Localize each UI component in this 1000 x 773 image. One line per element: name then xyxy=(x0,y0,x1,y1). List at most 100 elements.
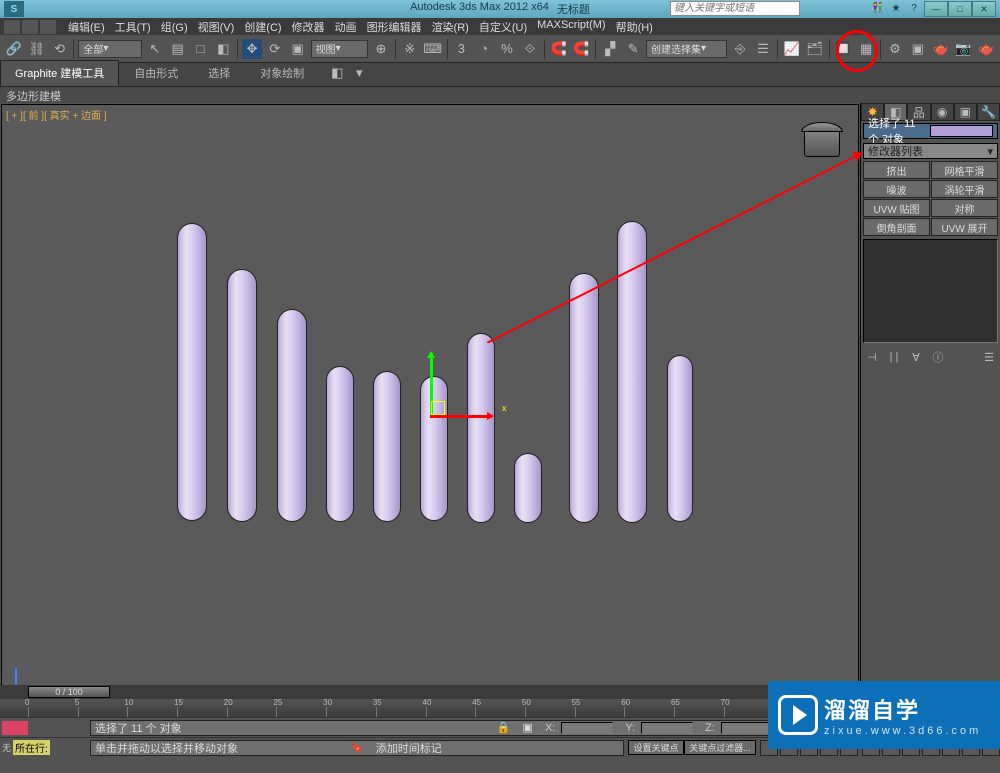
mod-button[interactable]: 涡轮平滑 xyxy=(931,180,998,198)
make-unique-icon[interactable]: ∀ xyxy=(907,349,925,365)
minimize-button[interactable]: — xyxy=(924,1,948,17)
ribbon-toggle-icon[interactable]: ◧ xyxy=(327,63,347,83)
help-icon[interactable]: ? xyxy=(906,1,922,15)
render-setup-icon[interactable]: ⚙ xyxy=(885,39,905,59)
mirror-icon[interactable]: ▞ xyxy=(600,39,620,59)
mod-button[interactable]: UVW 展开 xyxy=(931,218,998,236)
named-selset-combo[interactable]: 创建选择集 ▾ xyxy=(646,40,727,58)
pin-stack-icon[interactable]: ⊣ xyxy=(863,349,881,365)
align-icon[interactable]: ⎆ xyxy=(730,39,750,59)
rotate-icon[interactable]: ⟳ xyxy=(265,39,285,59)
snap-icon[interactable]: 3 xyxy=(452,39,472,59)
menu-customize[interactable]: 自定义(U) xyxy=(477,18,529,36)
menu-edit[interactable]: 编辑(E) xyxy=(66,18,107,36)
capsule-object[interactable] xyxy=(177,223,207,521)
mod-button[interactable]: 网格平滑 xyxy=(931,161,998,179)
coord-x[interactable] xyxy=(561,722,613,734)
menu-animation[interactable]: 动画 xyxy=(333,18,359,36)
mod-button[interactable]: 对称 xyxy=(931,199,998,217)
isolate-icon[interactable]: ▣ xyxy=(523,721,533,734)
qat-redo[interactable] xyxy=(22,20,38,34)
spinner-snap-icon[interactable]: ⟐ xyxy=(520,39,540,59)
capsule-object[interactable] xyxy=(326,366,354,522)
move-icon[interactable]: ✥ xyxy=(242,39,262,59)
ribbon-tab-freeform[interactable]: 自由形式 xyxy=(119,60,193,86)
object-color-swatch[interactable] xyxy=(930,125,994,137)
menu-help[interactable]: 帮助(H) xyxy=(614,18,655,36)
tag-icon[interactable]: 🔖 xyxy=(350,741,364,754)
select-window-icon[interactable]: ◧ xyxy=(213,39,233,59)
track-key-marker[interactable] xyxy=(2,721,28,735)
ribbon-tab-select[interactable]: 选择 xyxy=(193,60,245,86)
remove-mod-icon[interactable]: ⓘ xyxy=(929,349,947,365)
cmd-tab-display[interactable]: ▣ xyxy=(954,103,977,121)
viewport[interactable]: [ + ][ 前 ][ 真实 + 边面 ] x xyxy=(1,104,859,715)
coord-y[interactable] xyxy=(641,722,693,734)
menu-render[interactable]: 渲染(R) xyxy=(430,18,471,36)
material-editor-icon[interactable]: 🔲 xyxy=(833,39,853,59)
layers-icon[interactable]: ☰ xyxy=(753,39,773,59)
pivot-icon[interactable]: ⊕ xyxy=(371,39,391,59)
viewport-label[interactable]: [ + ][ 前 ][ 真实 + 边面 ] xyxy=(6,107,107,122)
select-rect-icon[interactable]: □ xyxy=(191,39,211,59)
modifier-list-combo[interactable]: 修改器列表 xyxy=(863,143,998,159)
set-key-button[interactable]: 设置关键点 xyxy=(628,740,684,755)
ribbon-tab-paint[interactable]: 对象绘制 xyxy=(245,60,319,86)
render-last-icon[interactable]: 📷 xyxy=(954,39,974,59)
bind-icon[interactable]: ⟲ xyxy=(50,39,70,59)
mod-button[interactable]: 挤出 xyxy=(863,161,930,179)
maximize-button[interactable]: □ xyxy=(948,1,972,17)
capsule-object[interactable] xyxy=(467,333,495,523)
qat-link[interactable] xyxy=(40,20,56,34)
menu-grapheditors[interactable]: 图形编辑器 xyxy=(365,18,424,36)
cmd-tab-utility[interactable]: 🔧 xyxy=(977,103,1000,121)
mod-button[interactable]: 倒角剖面 xyxy=(863,218,930,236)
add-time-tag[interactable]: 添加时间标记 xyxy=(376,740,442,756)
menu-group[interactable]: 组(G) xyxy=(159,18,190,36)
cmd-tab-motion[interactable]: ◉ xyxy=(931,103,954,121)
render-prod-icon[interactable]: 🫖 xyxy=(976,39,996,59)
viewcube[interactable] xyxy=(804,127,840,157)
select-name-icon[interactable]: ▤ xyxy=(168,39,188,59)
key-filter-button[interactable]: 关键点过滤器... xyxy=(684,740,756,755)
capsule-object[interactable] xyxy=(514,453,542,523)
angle-snap-icon[interactable]: ◔ xyxy=(474,39,494,59)
coord-z[interactable] xyxy=(721,722,773,734)
search-icon[interactable]: 👫 xyxy=(870,1,886,15)
menu-view[interactable]: 视图(V) xyxy=(196,18,237,36)
ribbon-tab-graphite[interactable]: Graphite 建模工具 xyxy=(0,60,119,86)
favorite-icon[interactable]: ★ xyxy=(888,1,904,15)
refcoord-combo[interactable]: 视图 ▾ xyxy=(311,40,369,58)
capsule-object[interactable] xyxy=(420,376,448,521)
curve-editor-icon[interactable]: 📈 xyxy=(782,39,802,59)
menu-modifiers[interactable]: 修改器 xyxy=(290,18,327,36)
percent-snap-icon[interactable]: % xyxy=(497,39,517,59)
quick-align-icon[interactable]: ✎ xyxy=(623,39,643,59)
modifier-stack[interactable] xyxy=(863,239,998,343)
app-icon[interactable]: S xyxy=(4,1,24,17)
capsule-object[interactable] xyxy=(277,309,307,522)
link-icon[interactable]: 🔗 xyxy=(4,39,24,59)
menu-create[interactable]: 创建(C) xyxy=(242,18,283,36)
mat-explorer-icon[interactable]: ▦ xyxy=(856,39,876,59)
manipulate-icon[interactable]: ※ xyxy=(400,39,420,59)
qat-undo[interactable] xyxy=(4,20,20,34)
unlink-icon[interactable]: ⛓ xyxy=(27,39,47,59)
scale-icon[interactable]: ▣ xyxy=(288,39,308,59)
lock-icon[interactable]: 🔒 xyxy=(497,721,511,734)
config-sets-icon[interactable]: ☰ xyxy=(980,349,998,365)
selection-filter-combo[interactable]: 全部 ▾ xyxy=(78,40,141,58)
capsule-object[interactable] xyxy=(667,355,693,522)
schematic-icon[interactable]: 🗂 xyxy=(805,39,825,59)
show-result-icon[interactable]: | | xyxy=(885,349,903,365)
mod-button[interactable]: UVW 贴图 xyxy=(863,199,930,217)
menu-maxscript[interactable]: MAXScript(M) xyxy=(535,18,607,36)
magnet-icon[interactable]: 🧲 xyxy=(572,39,592,59)
mod-button[interactable]: 噪波 xyxy=(863,180,930,198)
render-frame-icon[interactable]: ▣ xyxy=(908,39,928,59)
capsule-object[interactable] xyxy=(617,221,647,523)
menu-tools[interactable]: 工具(T) xyxy=(113,18,153,36)
capsule-object[interactable] xyxy=(569,273,599,523)
time-slider-thumb[interactable]: 0 / 100 xyxy=(28,686,110,698)
render-icon[interactable]: 🫖 xyxy=(931,39,951,59)
